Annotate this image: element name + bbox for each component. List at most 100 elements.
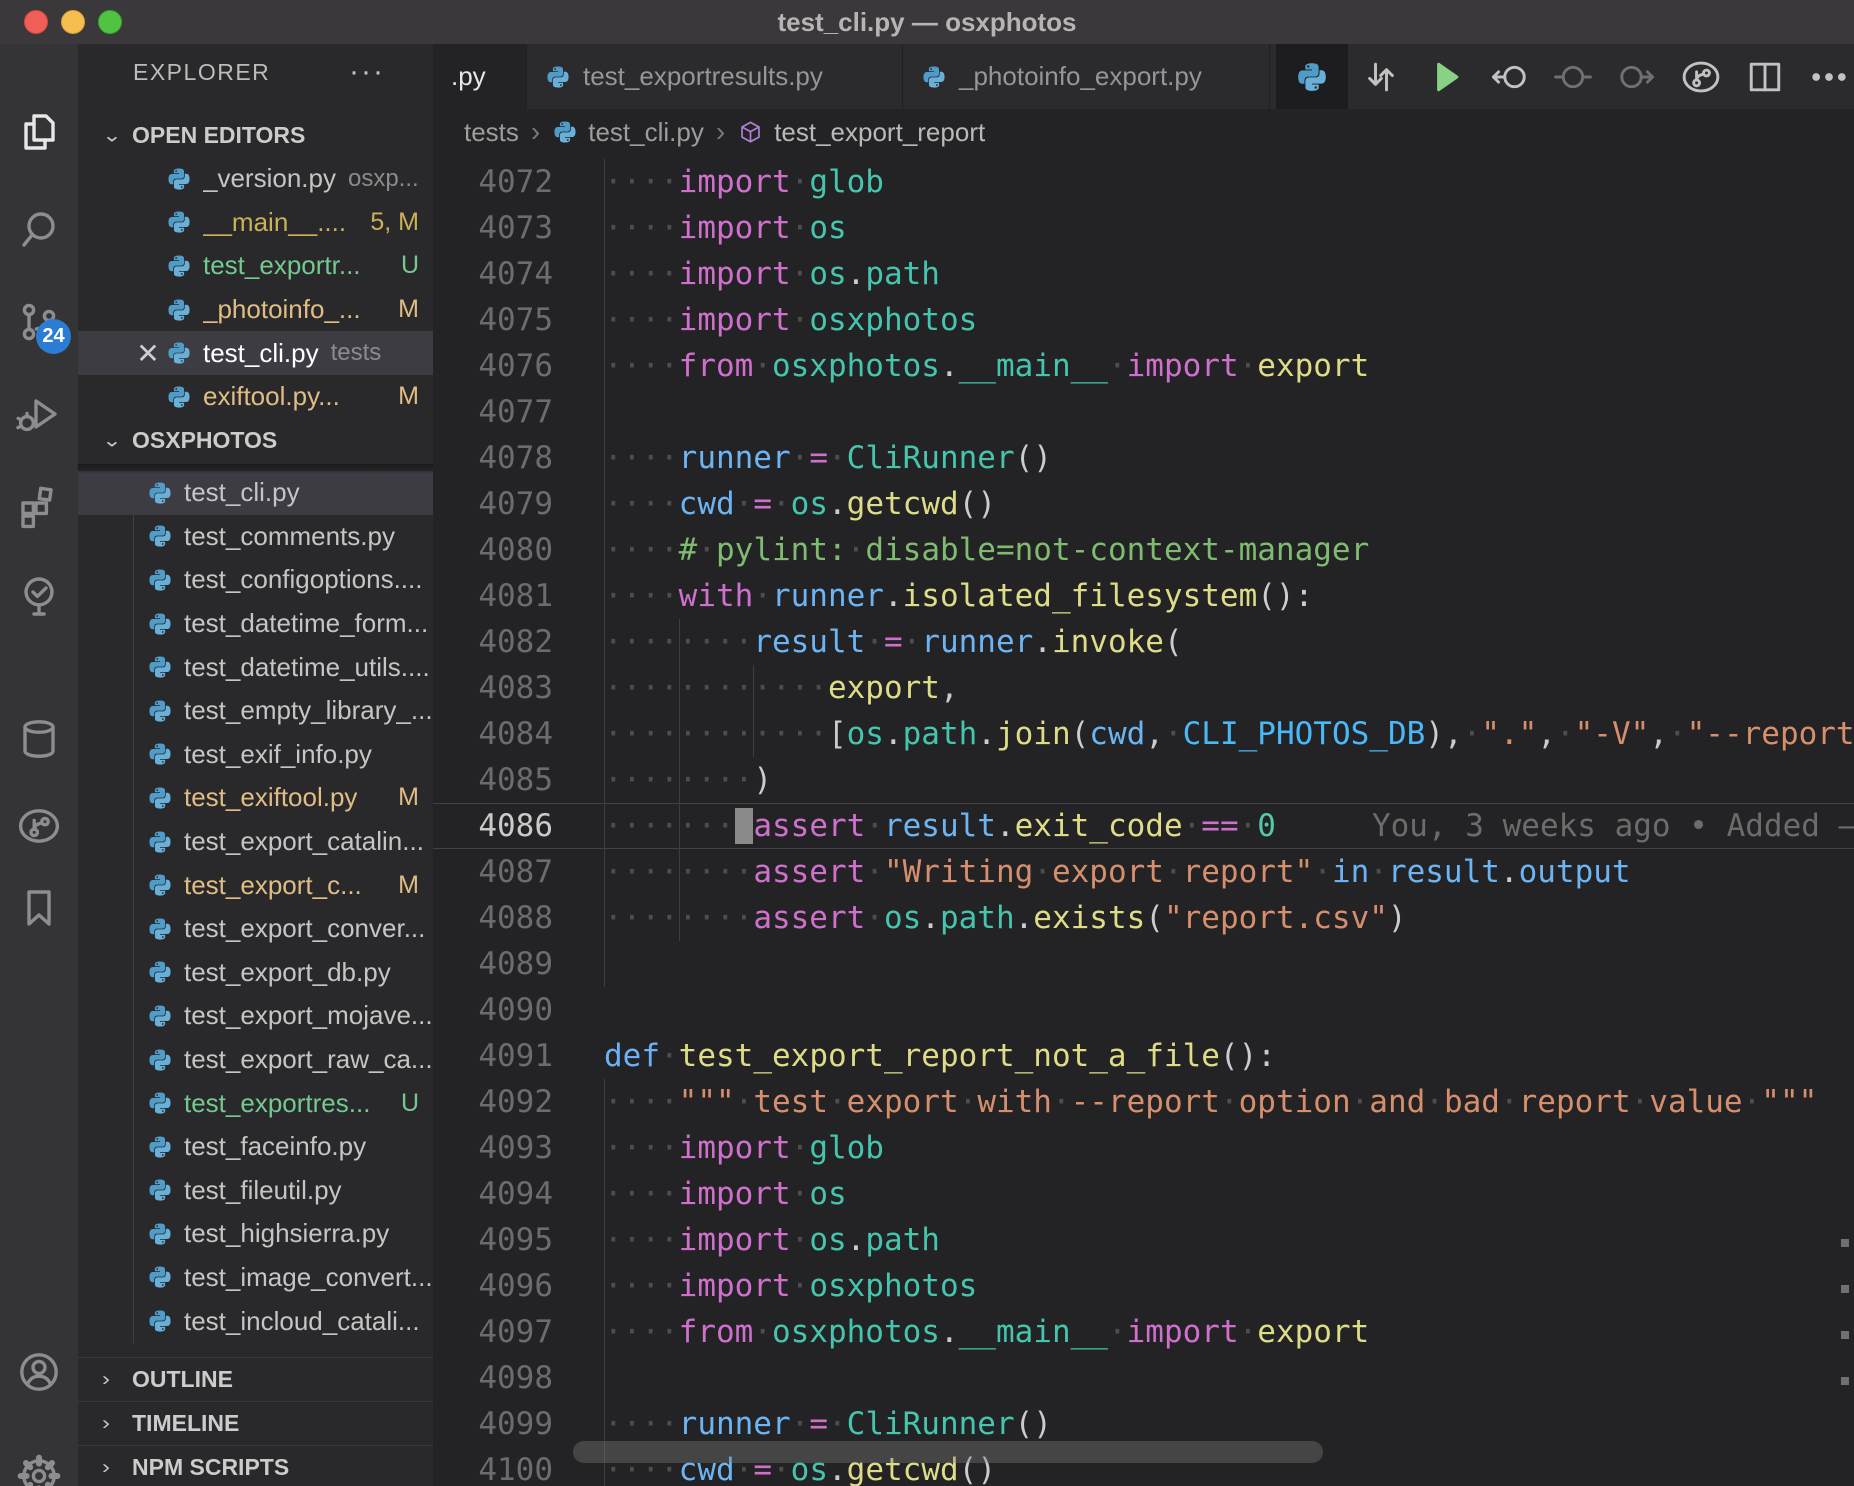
section-outline[interactable]: › OUTLINE [78, 1357, 433, 1401]
line-number[interactable]: 4098 [433, 1355, 553, 1401]
code-line[interactable]: 4097····from·osxphotos.__main__·import·e… [433, 1309, 1854, 1355]
line-number[interactable]: 4072 [433, 159, 553, 205]
zoom-window-button[interactable] [98, 10, 122, 34]
code-line[interactable]: 4080····#·pylint:·disable=not-context-ma… [433, 527, 1854, 573]
code-line[interactable]: 4073····import·os [433, 205, 1854, 251]
line-number[interactable]: 4077 [433, 389, 553, 435]
file-item[interactable]: test_export_conver... [78, 907, 433, 951]
run-debug-icon[interactable] [15, 390, 63, 438]
breadcrumb-item[interactable]: test_cli.py [588, 117, 704, 148]
file-item[interactable]: test_cli.py [78, 471, 433, 515]
line-number[interactable]: 4078 [433, 435, 553, 481]
minimize-window-button[interactable] [61, 10, 85, 34]
run-icon[interactable] [1420, 52, 1470, 102]
code-editor[interactable]: 4072····import·glob4073····import·os4074… [433, 155, 1854, 1486]
line-number[interactable]: 4093 [433, 1125, 553, 1171]
line-number[interactable]: 4084 [433, 711, 553, 757]
code-line[interactable]: 4098 [433, 1355, 1854, 1401]
horizontal-scrollbar[interactable] [573, 1441, 1323, 1463]
next-change-icon[interactable] [1612, 52, 1662, 102]
code-line[interactable]: 4078····runner·=·CliRunner() [433, 435, 1854, 481]
file-item[interactable]: test_configoptions.... [78, 558, 433, 602]
close-icon[interactable]: ✕ [130, 337, 166, 370]
source-control-icon[interactable]: 24 [15, 298, 63, 346]
code-line[interactable]: 4079····cwd·=·os.getcwd() [433, 481, 1854, 527]
file-item[interactable]: test_faceinfo.py [78, 1125, 433, 1169]
line-number[interactable]: 4074 [433, 251, 553, 297]
code-line[interactable]: 4096····import·osxphotos [433, 1263, 1854, 1309]
file-item[interactable]: test_fileutil.py [78, 1169, 433, 1213]
file-item[interactable]: test_export_db.py [78, 951, 433, 995]
extensions-icon[interactable] [15, 482, 63, 530]
code-line[interactable]: 4085········) [433, 757, 1854, 803]
line-number[interactable]: 4083 [433, 665, 553, 711]
breadcrumb-item[interactable]: tests [464, 117, 519, 148]
line-number[interactable]: 4094 [433, 1171, 553, 1217]
line-number[interactable]: 4092 [433, 1079, 553, 1125]
file-item[interactable]: test_image_convert... [78, 1256, 433, 1300]
code-line[interactable]: 4084············[os.path.join(cwd,·CLI_P… [433, 711, 1854, 757]
gitlens-icon[interactable] [1676, 52, 1726, 102]
open-editor-item[interactable]: _photoinfo_...M [78, 288, 433, 332]
line-number[interactable]: 4073 [433, 205, 553, 251]
code-line[interactable]: 4072····import·glob [433, 159, 1854, 205]
code-line[interactable]: 4074····import·os.path [433, 251, 1854, 297]
line-number[interactable]: 4096 [433, 1263, 553, 1309]
code-line[interactable]: 4095····import·os.path [433, 1217, 1854, 1263]
code-line[interactable]: 4076····from·osxphotos.__main__·import·e… [433, 343, 1854, 389]
section-npm-scripts[interactable]: › NPM SCRIPTS [78, 1445, 433, 1486]
line-number[interactable]: 4086 [433, 803, 553, 849]
line-number[interactable]: 4100 [433, 1447, 553, 1486]
line-number[interactable]: 4087 [433, 849, 553, 895]
bookmarks-icon[interactable] [15, 884, 63, 932]
code-line[interactable]: 4081····with·runner.isolated_filesystem(… [433, 573, 1854, 619]
code-line[interactable]: 4093····import·glob [433, 1125, 1854, 1171]
gitlens-icon[interactable] [15, 802, 63, 850]
file-item[interactable]: test_export_raw_ca... [78, 1038, 433, 1082]
line-number[interactable]: 4079 [433, 481, 553, 527]
file-item[interactable]: test_comments.py [78, 515, 433, 559]
line-number[interactable]: 4081 [433, 573, 553, 619]
file-item[interactable]: test_exiftool.pyM [78, 776, 433, 820]
code-line[interactable]: 4094····import·os [433, 1171, 1854, 1217]
explorer-icon[interactable] [15, 108, 63, 156]
file-item[interactable]: test_highsierra.py [78, 1212, 433, 1256]
editor-tab[interactable]: .py [433, 44, 527, 109]
line-number[interactable]: 4080 [433, 527, 553, 573]
section-open-editors[interactable]: ⌄ OPEN EDITORS [78, 113, 433, 157]
previous-change-icon[interactable] [1484, 52, 1534, 102]
settings-icon[interactable] [15, 1452, 63, 1486]
file-item[interactable]: test_datetime_utils.... [78, 645, 433, 689]
section-folder[interactable]: ⌄ OSXPHOTOS [78, 418, 433, 462]
code-line[interactable]: 4089 [433, 941, 1854, 987]
open-editor-item[interactable]: exiftool.py...M [78, 375, 433, 419]
open-editor-item[interactable]: _version.pyosxp... [78, 157, 433, 201]
code-line[interactable]: 4077 [433, 389, 1854, 435]
code-line[interactable]: 4091def·test_export_report_not_a_file(): [433, 1033, 1854, 1079]
code-line[interactable]: 4092····"""·test·export·with·--report·op… [433, 1079, 1854, 1125]
split-editor-icon[interactable] [1740, 52, 1790, 102]
python-interpreter-button[interactable] [1276, 44, 1348, 109]
code-line[interactable]: 4088········assert·os.path.exists("repor… [433, 895, 1854, 941]
file-item[interactable]: test_exportres...U [78, 1081, 433, 1125]
file-item[interactable]: test_export_mojave... [78, 994, 433, 1038]
search-icon[interactable] [15, 206, 63, 254]
account-icon[interactable] [15, 1348, 63, 1396]
breadcrumb-item[interactable]: test_export_report [774, 117, 985, 148]
line-number[interactable]: 4091 [433, 1033, 553, 1079]
line-number[interactable]: 4082 [433, 619, 553, 665]
file-item[interactable]: test_datetime_form... [78, 602, 433, 646]
code-line[interactable]: 4075····import·osxphotos [433, 297, 1854, 343]
code-line[interactable]: 4083············export, [433, 665, 1854, 711]
test-explorer-icon[interactable] [15, 572, 63, 620]
file-item[interactable]: test_incloud_catali... [78, 1299, 433, 1343]
code-line[interactable]: 4090 [433, 987, 1854, 1033]
line-number[interactable]: 4075 [433, 297, 553, 343]
line-number[interactable]: 4097 [433, 1309, 553, 1355]
code-line[interactable]: 4086········assert·result.exit_code·==·0… [433, 803, 1854, 849]
line-number[interactable]: 4089 [433, 941, 553, 987]
circle-icon[interactable] [1548, 52, 1598, 102]
line-number[interactable]: 4076 [433, 343, 553, 389]
database-icon[interactable] [15, 715, 63, 763]
editor-tab[interactable]: test_exportresults.py [527, 44, 903, 109]
